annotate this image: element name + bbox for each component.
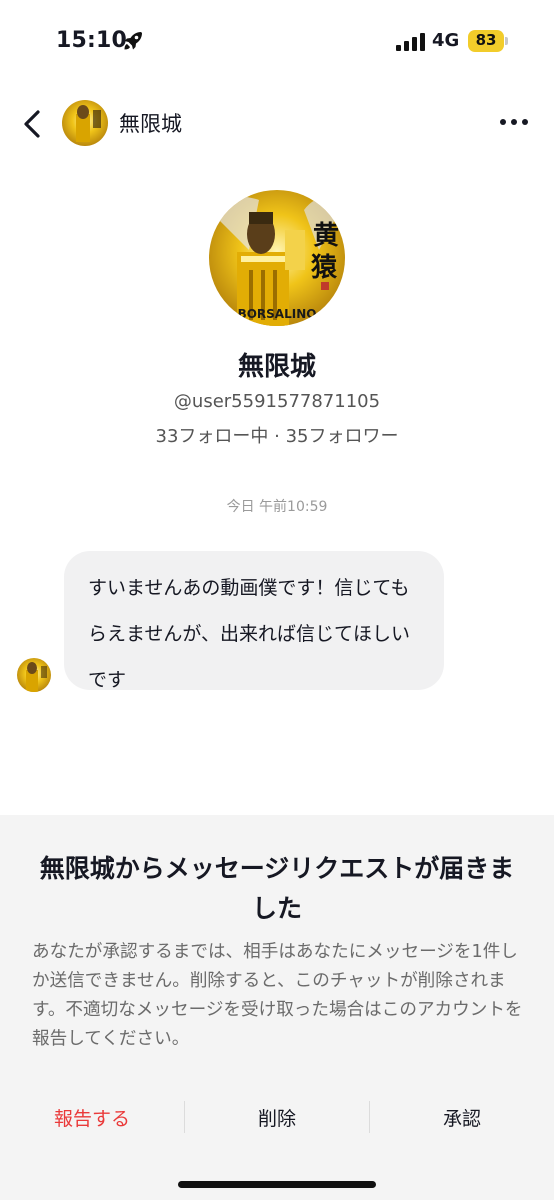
status-bar: 15:10 4G 83 [0,0,554,84]
sheet-title: 無限城からメッセージリクエストが届きました [39,854,515,923]
message-avatar[interactable] [17,658,51,692]
header-title[interactable]: 無限城 [119,108,182,138]
network-label: 4G [432,30,460,51]
profile-handle: @user5591577871105 [173,391,381,412]
avatar-caption: BORSALINO [238,307,317,321]
avatar[interactable] [62,100,108,146]
message-timestamp: 今日 午前10:59 [226,499,328,515]
message-text: すいませんあの動画僕です！信じてもらえませんが、出来れば信じてほしいです [88,577,411,691]
battery-level: 83 [475,31,497,49]
home-indicator[interactable] [178,1181,376,1188]
status-time: 15:10 [56,28,128,53]
delete-button[interactable]: 削除 [185,1085,369,1149]
chat-header: 無限城 [0,96,554,152]
svg-text:猿: 猿 [310,253,338,283]
action-bar: 報告する 削除 承認 [0,1085,554,1149]
more-icon[interactable] [497,110,531,134]
chevron-left-icon[interactable] [18,108,46,140]
sheet-description: あなたが承認するまでは、相手はあなたにメッセージを1件しか送信できません。削除す… [32,942,523,1049]
message-bubble[interactable]: すいませんあの動画僕です！信じてもらえませんが、出来れば信じてほしいです [64,551,444,691]
rocket-icon [124,32,142,50]
svg-text:黄: 黄 [313,221,339,251]
profile-stats: 33フォロー中 · 35フォロワー [155,426,399,447]
battery-icon: 83 [468,30,508,52]
profile-name: 無限城 [237,352,316,382]
accept-button[interactable]: 承認 [370,1085,554,1149]
message-request-sheet: 無限城からメッセージリクエストが届きました あなたが承認するまでは、相手はあなた… [0,815,554,1200]
profile-avatar[interactable]: 黄 猿 BORSALINO [209,190,345,326]
signal-icon [396,33,425,51]
report-button[interactable]: 報告する [0,1085,184,1149]
